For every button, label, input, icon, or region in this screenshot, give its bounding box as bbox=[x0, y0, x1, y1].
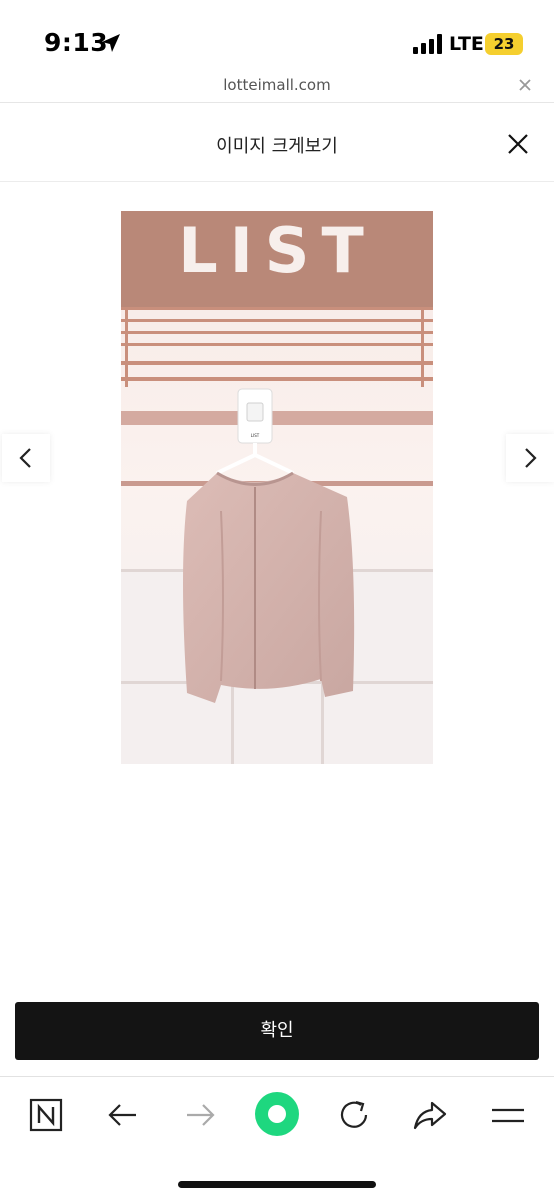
back-arrow-icon[interactable] bbox=[103, 1095, 143, 1135]
menu-icon[interactable] bbox=[488, 1095, 528, 1135]
status-bar: 9:13 LTE 23 bbox=[0, 0, 554, 72]
reload-icon[interactable] bbox=[334, 1095, 374, 1135]
share-icon[interactable] bbox=[410, 1095, 450, 1135]
hanger-tag: LIST bbox=[251, 433, 260, 438]
network-type: LTE bbox=[449, 33, 484, 55]
signal-icon bbox=[413, 34, 442, 54]
forward-arrow-icon[interactable] bbox=[180, 1095, 220, 1135]
product-image: LIST LIST bbox=[121, 211, 433, 764]
url-domain[interactable]: lotteimall.com bbox=[0, 76, 554, 94]
browser-toolbar bbox=[0, 1076, 554, 1200]
close-icon[interactable] bbox=[506, 132, 530, 156]
home-indicator bbox=[178, 1181, 376, 1188]
confirm-button[interactable]: 확인 bbox=[15, 1002, 539, 1060]
naver-n-icon[interactable] bbox=[26, 1095, 66, 1135]
page-header: 이미지 크게보기 bbox=[0, 104, 554, 182]
chevron-left-icon bbox=[19, 448, 31, 468]
prev-image-button[interactable] bbox=[2, 434, 50, 482]
close-icon[interactable] bbox=[518, 78, 532, 92]
status-time: 9:13 bbox=[44, 28, 109, 57]
sign-text: LIST bbox=[178, 214, 376, 287]
battery-indicator: 23 bbox=[485, 33, 523, 55]
location-arrow-icon bbox=[102, 34, 120, 52]
page-title: 이미지 크게보기 bbox=[216, 136, 338, 157]
green-search-icon[interactable] bbox=[254, 1091, 300, 1137]
url-bar[interactable]: lotteimall.com bbox=[0, 72, 554, 103]
next-image-button[interactable] bbox=[506, 434, 554, 482]
chevron-right-icon bbox=[525, 448, 537, 468]
